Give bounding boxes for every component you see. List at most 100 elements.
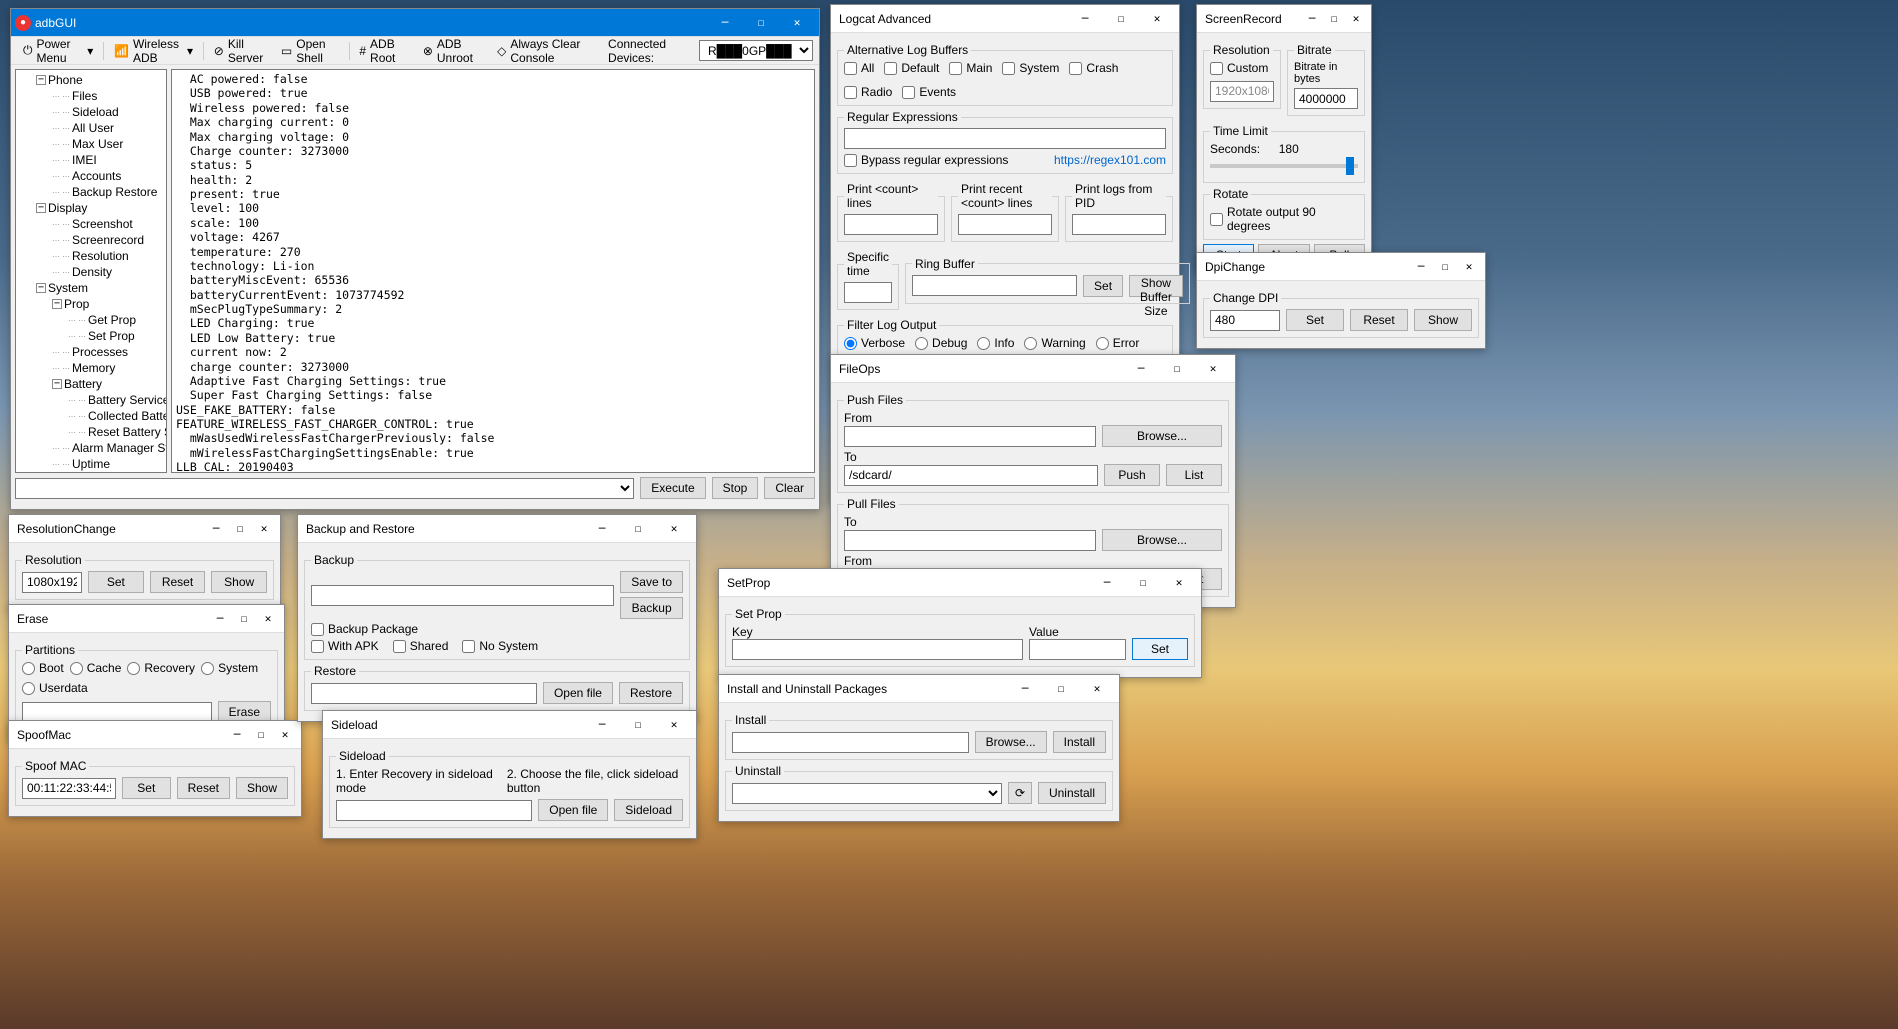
close-button[interactable]: ✕	[1139, 7, 1175, 31]
main-checkbox[interactable]: Main	[949, 61, 992, 75]
crash-checkbox[interactable]: Crash	[1069, 61, 1118, 75]
tree-accounts[interactable]: Accounts	[16, 168, 166, 184]
res-reset-button[interactable]: Reset	[150, 571, 206, 593]
sr-resolution-input[interactable]	[1210, 81, 1274, 102]
tree-uptime[interactable]: Uptime	[16, 456, 166, 472]
tree-set-prop[interactable]: Set Prop	[16, 328, 166, 344]
refresh-button[interactable]: ⟳	[1008, 782, 1032, 804]
power-menu-button[interactable]: ⏻Power Menu ▾	[17, 35, 99, 67]
warning-radio[interactable]: Warning	[1024, 336, 1085, 350]
tree-backup-restore[interactable]: Backup Restore	[16, 184, 166, 200]
minimize-button[interactable]: ─	[707, 11, 743, 35]
tree-memory[interactable]: Memory	[16, 360, 166, 376]
dpi-show-button[interactable]: Show	[1414, 309, 1472, 331]
cache-radio[interactable]: Cache	[70, 661, 122, 675]
default-checkbox[interactable]: Default	[884, 61, 939, 75]
maximize-button[interactable]: ☐	[232, 607, 256, 631]
always-clear-button[interactable]: ◇Always Clear Console	[491, 35, 604, 67]
pull-to-input[interactable]	[844, 530, 1096, 551]
maximize-button[interactable]: ☐	[620, 713, 656, 737]
ring-set-button[interactable]: Set	[1083, 275, 1123, 297]
mac-input[interactable]	[22, 778, 116, 799]
maximize-button[interactable]: ☐	[1159, 357, 1195, 381]
regex-input[interactable]	[844, 128, 1166, 149]
all-checkbox[interactable]: All	[844, 61, 874, 75]
tree-alarm-manager[interactable]: Alarm Manager State	[16, 440, 166, 456]
command-input[interactable]	[15, 478, 634, 499]
maximize-button[interactable]: ☐	[620, 517, 656, 541]
res-show-button[interactable]: Show	[211, 571, 267, 593]
sideload-path-input[interactable]	[336, 800, 532, 821]
tree-battery[interactable]: −Battery	[16, 376, 166, 392]
stop-button[interactable]: Stop	[712, 477, 759, 499]
tree-imei[interactable]: IMEI	[16, 152, 166, 168]
install-browse-button[interactable]: Browse...	[975, 731, 1047, 753]
tree-phone[interactable]: −Phone	[16, 72, 166, 88]
minimize-button[interactable]: ─	[584, 517, 620, 541]
restore-button[interactable]: Restore	[619, 682, 683, 704]
minimize-button[interactable]: ─	[225, 723, 249, 747]
tree-prop[interactable]: −Prop	[16, 296, 166, 312]
setprop-value-input[interactable]	[1029, 639, 1126, 660]
specific-time-input[interactable]	[844, 282, 892, 303]
tree-display[interactable]: −Display	[16, 200, 166, 216]
tree-all-user[interactable]: All User	[16, 120, 166, 136]
close-button[interactable]: ✕	[1457, 255, 1481, 279]
tree-screenrecord[interactable]: Screenrecord	[16, 232, 166, 248]
res-set-button[interactable]: Set	[88, 571, 144, 593]
tree-sideload[interactable]: Sideload	[16, 104, 166, 120]
tree-reset-battery[interactable]: Reset Battery Stats	[16, 424, 166, 440]
show-buffer-button[interactable]: Show Buffer Size	[1129, 275, 1183, 297]
sr-bitrate-input[interactable]	[1294, 88, 1358, 109]
minimize-button[interactable]: ─	[1301, 7, 1323, 31]
tree-collected-battery[interactable]: Collected Battery Stats	[16, 408, 166, 424]
boot-radio[interactable]: Boot	[22, 661, 64, 675]
print-count-input[interactable]	[844, 214, 938, 235]
mac-reset-button[interactable]: Reset	[177, 777, 230, 799]
adb-root-button[interactable]: #ADB Root	[353, 35, 414, 67]
close-button[interactable]: ✕	[273, 723, 297, 747]
kill-server-button[interactable]: ⊘Kill Server	[208, 35, 273, 67]
tree-system[interactable]: −System	[16, 280, 166, 296]
minimize-button[interactable]: ─	[1067, 7, 1103, 31]
maximize-button[interactable]: ☐	[228, 517, 252, 541]
mac-set-button[interactable]: Set	[122, 777, 171, 799]
system-checkbox[interactable]: System	[1002, 61, 1059, 75]
print-pid-input[interactable]	[1072, 214, 1166, 235]
setprop-key-input[interactable]	[732, 639, 1023, 660]
regex101-link[interactable]: https://regex101.com	[1054, 153, 1166, 167]
push-list-button[interactable]: List	[1166, 464, 1222, 486]
close-button[interactable]: ✕	[252, 517, 276, 541]
no-system-checkbox[interactable]: No System	[462, 639, 538, 653]
tree-get-prop[interactable]: Get Prop	[16, 312, 166, 328]
console-output[interactable]: AC powered: false USB powered: true Wire…	[171, 69, 815, 473]
sideload-button[interactable]: Sideload	[614, 799, 683, 821]
minimize-button[interactable]: ─	[1123, 357, 1159, 381]
recovery-radio[interactable]: Recovery	[127, 661, 195, 675]
maximize-button[interactable]: ☐	[1125, 571, 1161, 595]
tree-resolution[interactable]: Resolution	[16, 248, 166, 264]
maximize-button[interactable]: ☐	[1043, 677, 1079, 701]
with-apk-checkbox[interactable]: With APK	[311, 639, 379, 653]
tree-processes[interactable]: Processes	[16, 344, 166, 360]
sideload-open-button[interactable]: Open file	[538, 799, 608, 821]
setprop-set-button[interactable]: Set	[1132, 638, 1188, 660]
tree-battery-service[interactable]: Battery Service State	[16, 392, 166, 408]
minimize-button[interactable]: ─	[204, 517, 228, 541]
close-button[interactable]: ✕	[1161, 571, 1197, 595]
push-browse-button[interactable]: Browse...	[1102, 425, 1222, 447]
nav-tree[interactable]: −Phone Files Sideload All User Max User …	[15, 69, 167, 473]
tree-density[interactable]: Density	[16, 264, 166, 280]
minimize-button[interactable]: ─	[1007, 677, 1043, 701]
close-button[interactable]: ✕	[1079, 677, 1115, 701]
minimize-button[interactable]: ─	[584, 713, 620, 737]
minimize-button[interactable]: ─	[1409, 255, 1433, 279]
resolution-input[interactable]	[22, 572, 82, 593]
dpi-reset-button[interactable]: Reset	[1350, 309, 1408, 331]
maximize-button[interactable]: ☐	[249, 723, 273, 747]
execute-button[interactable]: Execute	[640, 477, 705, 499]
device-select[interactable]: R███0GP███	[699, 40, 813, 61]
clear-button[interactable]: Clear	[764, 477, 815, 499]
rotate-checkbox[interactable]: Rotate output 90 degrees	[1210, 205, 1358, 233]
mac-show-button[interactable]: Show	[236, 777, 288, 799]
